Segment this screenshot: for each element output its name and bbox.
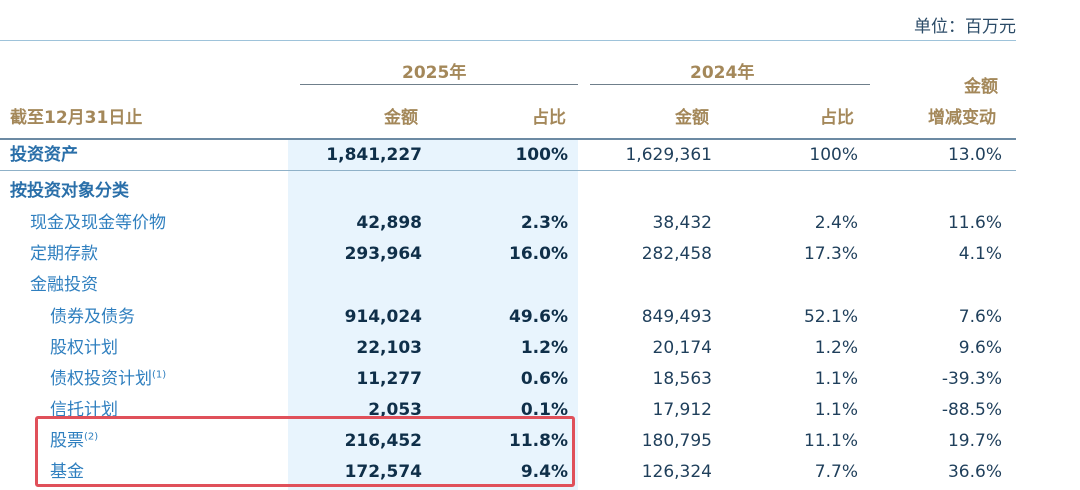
- header-change-line2: 增减变动: [928, 108, 996, 128]
- ratio-2024: 1.1%: [814, 400, 858, 420]
- amount-2025: 11,277: [356, 369, 422, 389]
- amount-2024: 849,493: [641, 307, 712, 327]
- ratio-2024: 52.1%: [803, 307, 858, 327]
- row-label: 股权计划: [50, 338, 118, 358]
- amount-2024: 38,432: [652, 213, 712, 233]
- ratio-2025: 1.2%: [520, 338, 568, 358]
- row-label: 现金及现金等价物: [30, 213, 166, 233]
- change: 13.0%: [947, 145, 1002, 165]
- ratio-2024: 1.2%: [814, 338, 858, 358]
- amount-2024: 282,458: [641, 244, 712, 264]
- change: 4.1%: [958, 244, 1002, 264]
- change: -88.5%: [941, 400, 1002, 420]
- top-divider: [0, 40, 1016, 41]
- header-ratio-2025: 占比: [532, 108, 566, 128]
- row-label: 按投资对象分类: [10, 181, 129, 201]
- ratio-2024: 17.3%: [803, 244, 858, 264]
- change: 7.6%: [958, 307, 1002, 327]
- amount-2025: 42,898: [356, 213, 422, 233]
- row-label: 债权投资计划(1): [50, 369, 166, 389]
- header-year-2024: 2024年: [690, 63, 755, 83]
- ratio-2025: 16.0%: [509, 244, 568, 264]
- year-2025-rule: [300, 84, 578, 85]
- amount-2025: 293,964: [344, 244, 422, 264]
- ratio-2025: 0.6%: [520, 369, 568, 389]
- ratio-2024: 2.4%: [814, 213, 858, 233]
- header-amount-2025: 金额: [384, 108, 418, 128]
- row-label: 金融投资: [30, 275, 98, 295]
- ratio-2025: 49.6%: [509, 307, 568, 327]
- header-amount-2024: 金额: [675, 108, 709, 128]
- amount-2024: 126,324: [641, 462, 712, 482]
- ratio-2025: 100%: [515, 145, 568, 165]
- amount-2025: 1,841,227: [326, 145, 422, 165]
- row-label: 投资资产: [10, 145, 78, 165]
- row-label-text: 债权投资计划: [50, 369, 152, 389]
- change: 36.6%: [947, 462, 1002, 482]
- change: -39.3%: [941, 369, 1002, 389]
- amount-2024: 20,174: [652, 338, 712, 358]
- ratio-2024: 11.1%: [803, 431, 858, 451]
- amount-2024: 17,912: [652, 400, 712, 420]
- header-row-label: 截至12月31日止: [10, 108, 143, 128]
- ratio-2024: 100%: [809, 145, 858, 165]
- ratio-2024: 7.7%: [814, 462, 858, 482]
- footnote-marker: (1): [152, 369, 167, 381]
- change: 19.7%: [947, 431, 1002, 451]
- header-year-2025: 2025年: [402, 63, 467, 83]
- unit-label: 单位：百万元: [914, 17, 1016, 37]
- amount-2024: 180,795: [641, 431, 712, 451]
- ratio-2025: 2.3%: [520, 213, 568, 233]
- amount-2025: 22,103: [356, 338, 422, 358]
- amount-2024: 18,563: [652, 369, 712, 389]
- year-2024-rule: [590, 84, 870, 85]
- amount-2024: 1,629,361: [625, 145, 712, 165]
- header-change-line1: 金额: [964, 77, 998, 97]
- change: 11.6%: [947, 213, 1002, 233]
- change: 9.6%: [958, 338, 1002, 358]
- header-ratio-2024: 占比: [820, 108, 854, 128]
- row-label: 债券及债务: [50, 307, 135, 327]
- ratio-2024: 1.1%: [814, 369, 858, 389]
- highlight-box: [35, 416, 575, 487]
- total-row-divider: [0, 170, 1016, 171]
- header-divider: [0, 138, 1016, 140]
- row-label: 定期存款: [30, 244, 98, 264]
- amount-2025: 914,024: [344, 307, 422, 327]
